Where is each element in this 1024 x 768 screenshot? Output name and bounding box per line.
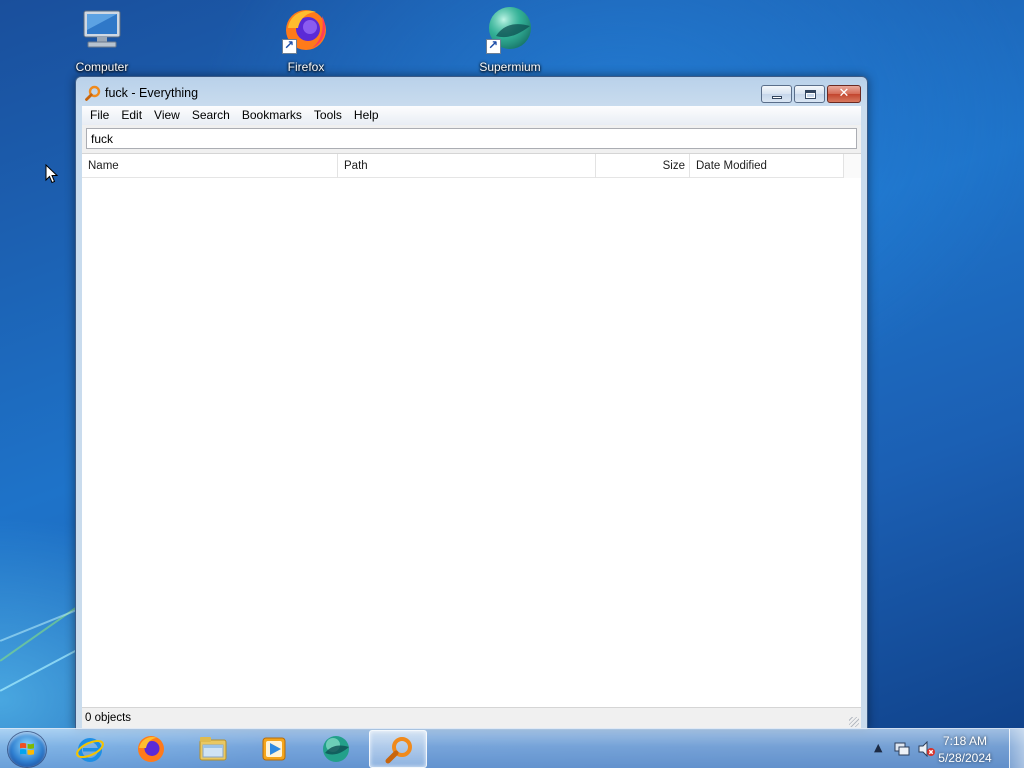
- menu-bar: File Edit View Search Bookmarks Tools He…: [82, 106, 861, 125]
- results-list[interactable]: Name Path Size Date Modified: [82, 153, 861, 707]
- close-button[interactable]: ✕: [827, 85, 861, 103]
- shortcut-arrow-icon: [282, 38, 297, 54]
- desktop-icon-label: Firefox: [287, 60, 325, 74]
- taskbar-media-player[interactable]: [245, 730, 303, 768]
- minimize-button[interactable]: [761, 85, 792, 103]
- firefox-icon: [282, 6, 330, 54]
- everything-search-icon: [85, 85, 101, 101]
- clock[interactable]: 7:18 AM 5/28/2024: [930, 733, 1000, 767]
- show-hidden-icons-icon[interactable]: ▲: [874, 741, 882, 754]
- supermium-icon: [486, 6, 534, 54]
- media-player-icon: [262, 737, 286, 761]
- taskbar-firefox[interactable]: [122, 730, 180, 768]
- everything-search-icon: [385, 737, 412, 764]
- menu-file[interactable]: File: [84, 106, 115, 125]
- menu-view[interactable]: View: [148, 106, 186, 125]
- maximize-button[interactable]: [794, 85, 825, 103]
- supermium-icon: [323, 736, 349, 762]
- maximize-icon: [805, 90, 816, 99]
- wallpaper-streak: [0, 606, 84, 642]
- search-input[interactable]: fuck: [86, 128, 857, 149]
- menu-tools[interactable]: Tools: [308, 106, 348, 125]
- network-icon[interactable]: [894, 741, 910, 757]
- title-bar[interactable]: fuck - Everything ✕: [76, 77, 867, 107]
- status-bar: 0 objects: [82, 707, 861, 729]
- clock-date: 5/28/2024: [938, 751, 992, 765]
- menu-help[interactable]: Help: [348, 106, 385, 125]
- taskbar-internet-explorer[interactable]: [61, 730, 119, 768]
- minimize-icon: [772, 96, 782, 99]
- taskbar-everything[interactable]: [369, 730, 427, 768]
- shortcut-arrow-icon: [486, 38, 501, 54]
- window-title: fuck - Everything: [105, 86, 199, 100]
- windows-logo-icon: [20, 743, 34, 755]
- clock-time: 7:18 AM: [942, 734, 988, 748]
- system-tray: ▲ 7:18 AM 5/28/2024: [864, 729, 1024, 768]
- show-desktop-button[interactable]: [1009, 729, 1024, 768]
- menu-edit[interactable]: Edit: [115, 106, 148, 125]
- everything-window[interactable]: fuck - Everything ✕ File Edit View Searc…: [75, 76, 868, 730]
- menu-bookmarks[interactable]: Bookmarks: [236, 106, 308, 125]
- column-header-date-modified[interactable]: Date Modified: [690, 154, 844, 178]
- resize-grip-icon[interactable]: [849, 717, 859, 727]
- desktop-icon-supermium[interactable]: Supermium: [462, 6, 558, 74]
- start-button[interactable]: [8, 732, 46, 767]
- column-header-name[interactable]: Name: [82, 154, 338, 178]
- taskbar-supermium[interactable]: [307, 730, 365, 768]
- close-icon: ✕: [838, 86, 850, 101]
- status-object-count: 0 objects: [85, 712, 132, 724]
- internet-explorer-icon: [76, 738, 104, 762]
- window-client-area: File Edit View Search Bookmarks Tools He…: [82, 106, 861, 729]
- desktop-icon-firefox[interactable]: Firefox: [258, 6, 354, 74]
- column-header-size[interactable]: Size: [596, 154, 690, 178]
- desktop-icon-computer[interactable]: Computer: [54, 6, 150, 74]
- taskbar: ▲ 7:18 AM 5/28/2024: [0, 728, 1024, 768]
- mouse-cursor-icon: [45, 164, 59, 184]
- file-explorer-icon: [199, 737, 227, 761]
- computer-icon: [78, 6, 126, 54]
- column-header-row: Name Path Size Date Modified: [82, 154, 861, 178]
- firefox-icon: [138, 736, 164, 762]
- column-header-path[interactable]: Path: [338, 154, 596, 178]
- desktop-icon-label: Computer: [75, 60, 129, 74]
- menu-search[interactable]: Search: [186, 106, 236, 125]
- taskbar-file-explorer[interactable]: [184, 730, 242, 768]
- column-header-filler: [844, 154, 861, 178]
- desktop-icon-label: Supermium: [479, 60, 541, 74]
